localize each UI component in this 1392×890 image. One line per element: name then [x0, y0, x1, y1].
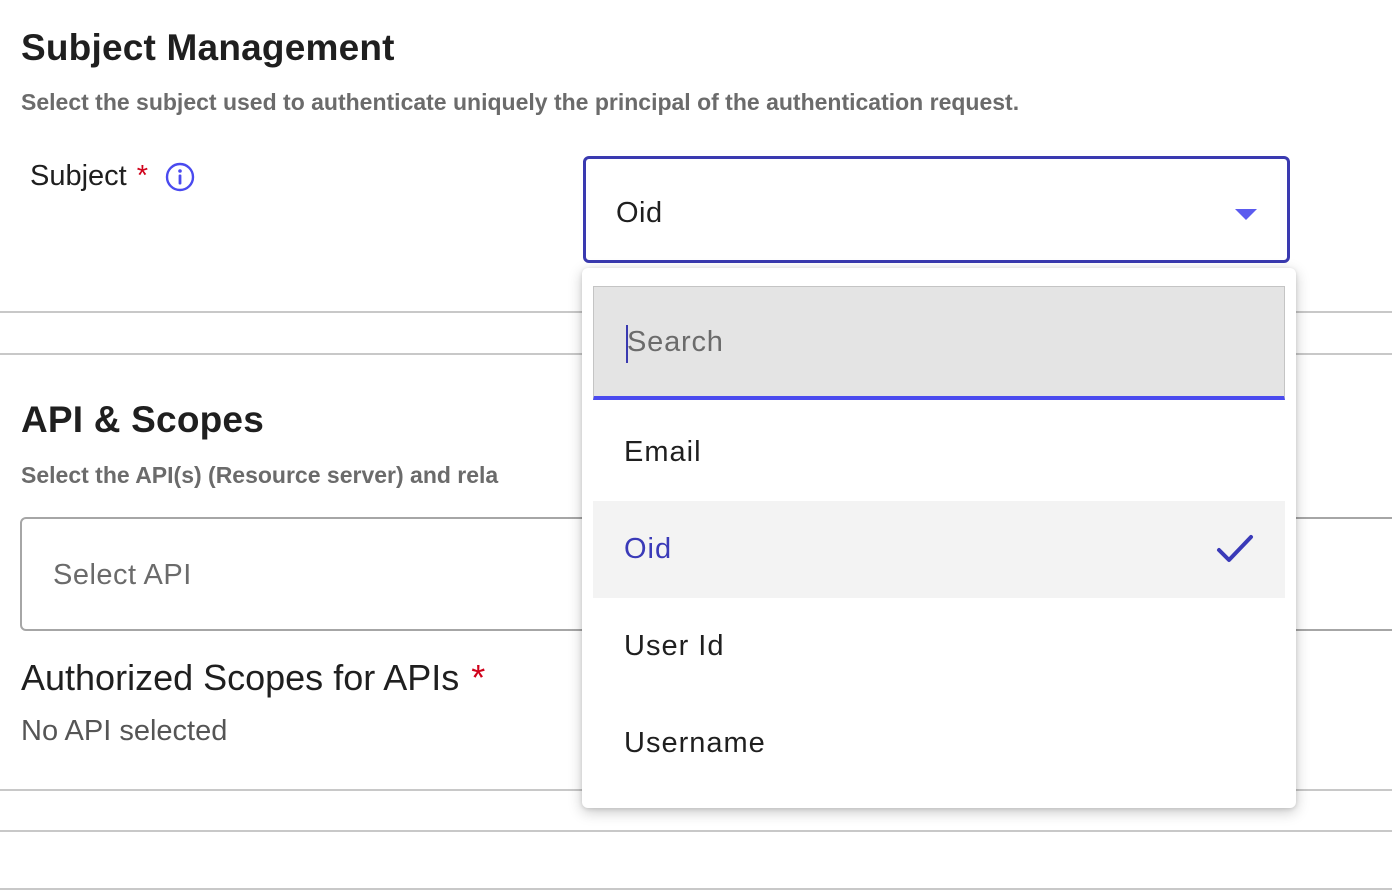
search-placeholder: Search: [627, 326, 724, 358]
dropdown-option-oid[interactable]: Oid: [593, 501, 1285, 598]
option-label: Email: [624, 436, 702, 468]
check-icon: [1215, 531, 1255, 567]
api-scopes-title: API & Scopes: [21, 399, 264, 440]
api-scopes-description: Select the API(s) (Resource server) and …: [21, 462, 499, 488]
dropdown-option-username[interactable]: Username: [593, 695, 1285, 792]
required-asterisk: *: [471, 657, 486, 698]
subject-section-card: [0, 0, 1392, 313]
no-api-selected-text: No API selected: [21, 715, 228, 747]
dropdown-search-input[interactable]: Search: [593, 286, 1285, 400]
dropdown-option-user-id[interactable]: User Id: [593, 598, 1285, 695]
dropdown-option-email[interactable]: Email: [593, 404, 1285, 501]
option-label: Username: [624, 727, 766, 759]
authorized-scopes-title: Authorized Scopes for APIs *: [21, 657, 485, 699]
subject-dropdown-menu: Search Email Oid User Id Username: [582, 268, 1296, 808]
select-api-placeholder: Select API: [53, 559, 192, 591]
authorized-scopes-label: Authorized Scopes for APIs: [21, 657, 460, 698]
option-label: Oid: [624, 533, 673, 565]
next-section-card: [0, 830, 1392, 890]
option-label: User Id: [624, 630, 725, 662]
